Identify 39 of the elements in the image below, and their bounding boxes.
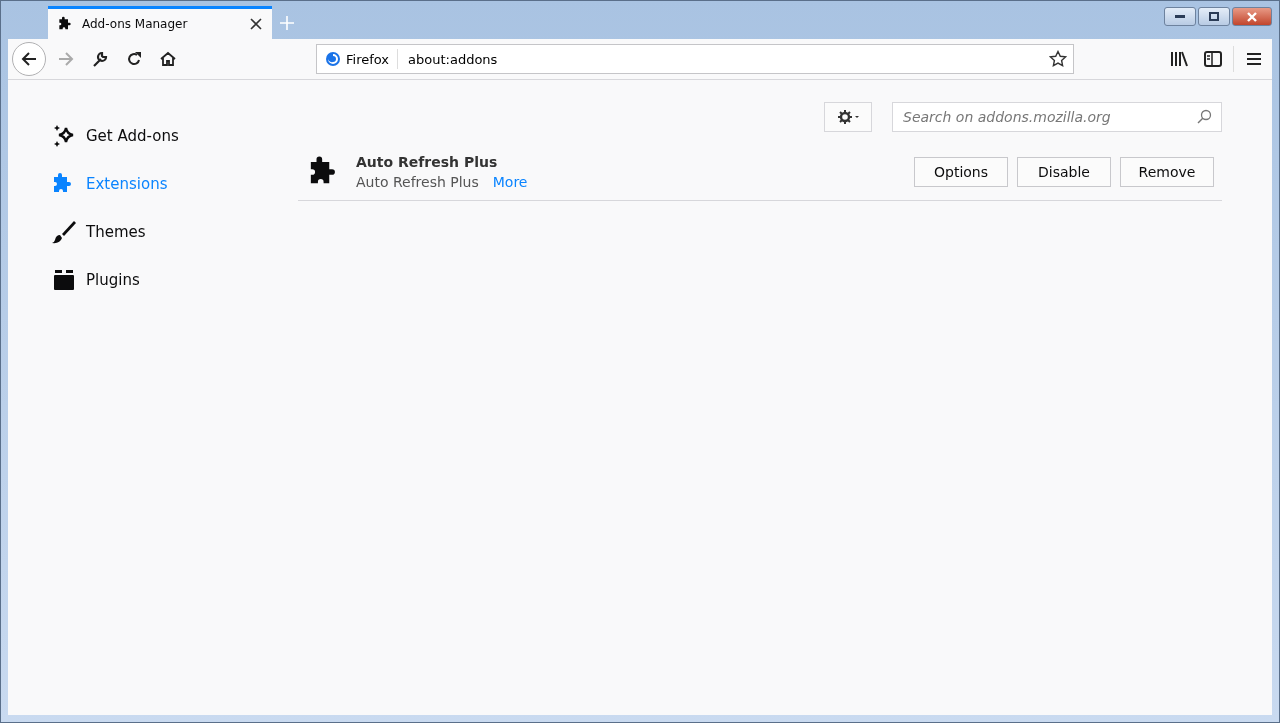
sidebar-category[interactable]: Themes — [8, 208, 298, 256]
addon-description: Auto Refresh Plus — [356, 174, 479, 190]
sidebar-category[interactable]: Get Add-ons — [8, 112, 298, 160]
brush-icon — [52, 220, 76, 244]
addon-action-button[interactable]: Options — [914, 157, 1008, 187]
browser-logo-icon — [325, 51, 341, 67]
sidebar-category[interactable]: Plugins — [8, 256, 298, 304]
library-icon[interactable] — [1170, 51, 1188, 67]
maximize-icon — [1209, 12, 1219, 21]
sidebar-icon[interactable] — [1204, 51, 1222, 67]
close-icon — [1246, 11, 1258, 22]
menu-icon[interactable] — [1246, 52, 1262, 66]
more-link[interactable]: More — [492, 174, 528, 190]
back-arrow-icon — [20, 50, 38, 68]
identity-label: Firefox — [346, 51, 390, 67]
addon-action-button[interactable]: Remove — [1120, 157, 1214, 187]
maximize-button[interactable] — [1198, 7, 1230, 26]
minimize-button[interactable] — [1164, 7, 1196, 26]
close-button[interactable] — [1232, 7, 1272, 26]
plugin-icon — [52, 268, 76, 292]
address-bar[interactable]: Firefox about:addons — [316, 44, 1074, 74]
back-button[interactable] — [12, 42, 46, 76]
wrench-icon[interactable] — [92, 51, 108, 67]
addon-action-button[interactable]: Disable — [1017, 157, 1111, 187]
gear-icon — [837, 109, 859, 125]
home-icon[interactable] — [160, 51, 176, 67]
sparkle-icon — [52, 124, 76, 148]
url-text: about:addons — [407, 51, 499, 67]
tools-menu-button[interactable] — [824, 102, 872, 132]
minimize-icon — [1175, 14, 1185, 19]
reload-icon[interactable] — [126, 51, 142, 67]
close-icon[interactable] — [250, 18, 262, 30]
star-icon[interactable] — [1049, 50, 1067, 68]
search-field[interactable]: Search on addons.mozilla.org — [892, 102, 1222, 132]
tab-title: Add-ons Manager — [82, 17, 189, 31]
search-icon — [1196, 109, 1212, 125]
sidebar-category[interactable]: Extensions — [8, 160, 298, 208]
browser-tab[interactable]: Add-ons Manager — [48, 6, 272, 39]
addon-name: Auto Refresh Plus — [356, 154, 499, 170]
